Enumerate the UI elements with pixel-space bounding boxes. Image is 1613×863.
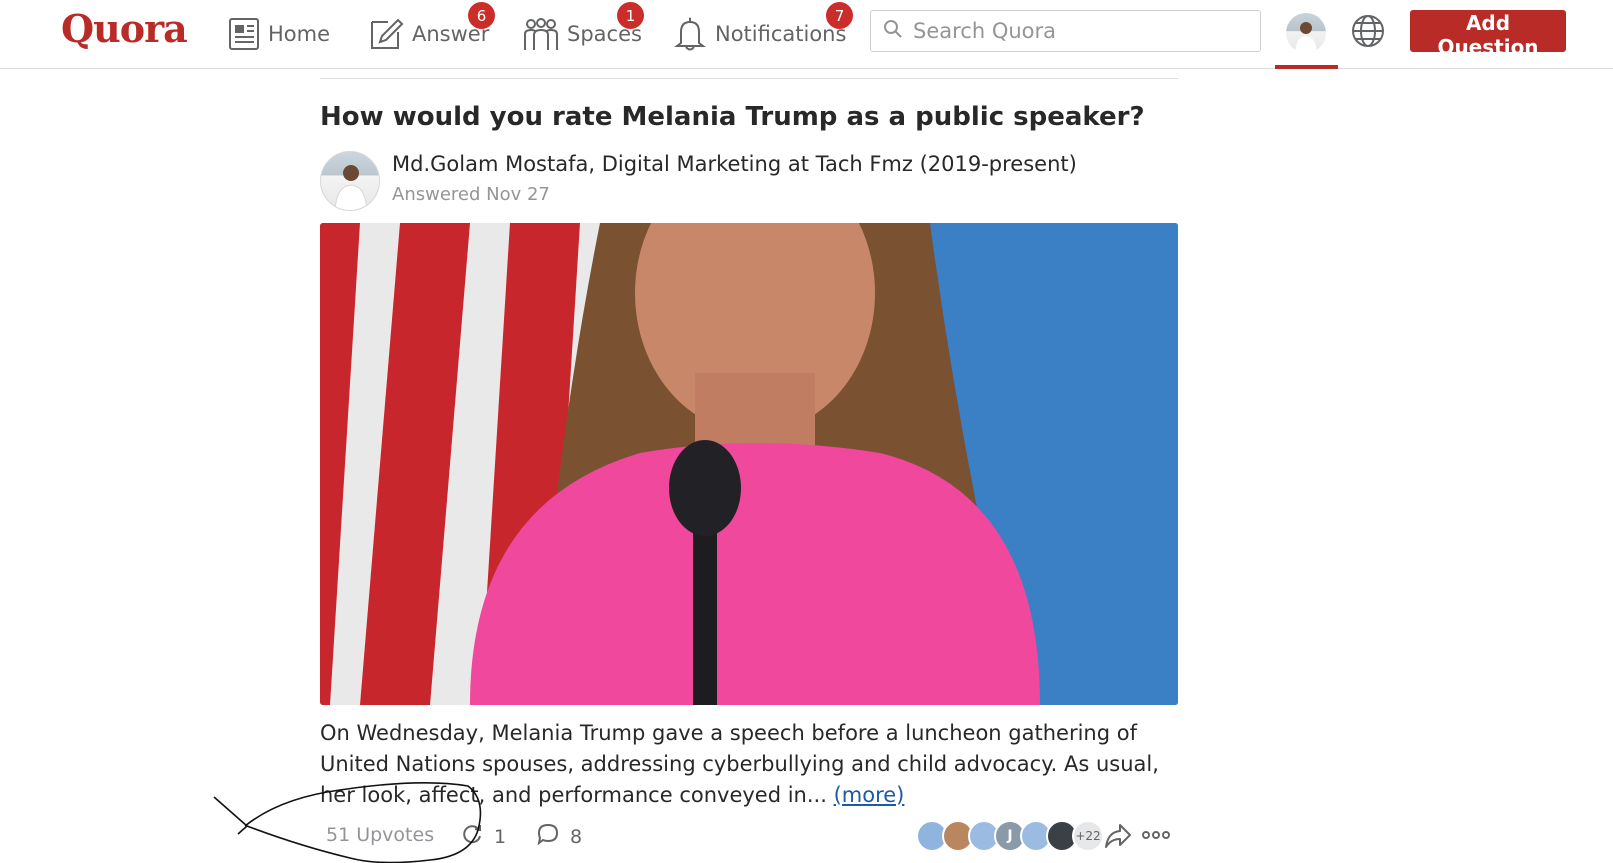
search-icon bbox=[883, 19, 903, 43]
nav-home-label: Home bbox=[268, 22, 331, 46]
comment-icon bbox=[536, 822, 560, 851]
home-feed-icon bbox=[228, 17, 260, 51]
top-nav: Quora Home Answer 6 Spaces 1 Notificatio… bbox=[0, 0, 1613, 69]
nav-answer[interactable]: Answer 6 bbox=[368, 2, 495, 56]
notifications-badge: 7 bbox=[826, 2, 853, 29]
answer-badge: 6 bbox=[468, 2, 495, 29]
reshare-icon bbox=[460, 822, 484, 851]
question-title[interactable]: How would you rate Melania Trump as a pu… bbox=[320, 102, 1180, 132]
divider bbox=[320, 78, 1178, 79]
nav-notifications-label: Notifications bbox=[715, 22, 847, 46]
upvote-button[interactable]: 51 Upvotes bbox=[326, 824, 434, 846]
excerpt-text: On Wednesday, Melania Trump gave a speec… bbox=[320, 721, 1159, 807]
user-avatar[interactable] bbox=[1286, 13, 1326, 53]
pencil-icon bbox=[368, 16, 404, 52]
comment-button[interactable]: 8 bbox=[536, 822, 582, 851]
bell-icon bbox=[673, 16, 707, 52]
share-icon[interactable] bbox=[1104, 823, 1132, 853]
answer-photo[interactable] bbox=[320, 223, 1178, 705]
answered-date[interactable]: Answered Nov 27 bbox=[392, 184, 550, 205]
add-question-button[interactable]: Add Question bbox=[1410, 10, 1566, 59]
spaces-badge: 1 bbox=[617, 2, 644, 29]
action-bar: 51 Upvotes 1 8 J +22 bbox=[320, 820, 1178, 854]
author-avatar[interactable] bbox=[320, 151, 380, 211]
more-upvoters-badge: +22 bbox=[1072, 820, 1104, 852]
more-link[interactable]: (more) bbox=[834, 783, 905, 807]
answer-excerpt: On Wednesday, Melania Trump gave a speec… bbox=[320, 718, 1178, 811]
upvoter-faces[interactable]: J +22 bbox=[916, 820, 1104, 852]
search-input[interactable] bbox=[911, 18, 1255, 44]
nav-home[interactable]: Home bbox=[228, 12, 330, 56]
nav-spaces[interactable]: Spaces 1 bbox=[523, 2, 644, 56]
nav-notifications[interactable]: Notifications 7 bbox=[673, 2, 853, 56]
active-indicator bbox=[1275, 65, 1338, 69]
author-credential[interactable]: Md.Golam Mostafa, Digital Marketing at T… bbox=[392, 152, 1077, 176]
reshare-button[interactable]: 1 bbox=[460, 822, 506, 851]
reshare-count: 1 bbox=[494, 825, 507, 848]
quora-logo[interactable]: Quora bbox=[61, 6, 188, 51]
search-box[interactable] bbox=[870, 10, 1261, 52]
more-options-icon[interactable] bbox=[1142, 826, 1170, 845]
globe-icon[interactable] bbox=[1351, 14, 1385, 52]
people-icon bbox=[523, 16, 559, 52]
comment-count: 8 bbox=[570, 825, 583, 848]
